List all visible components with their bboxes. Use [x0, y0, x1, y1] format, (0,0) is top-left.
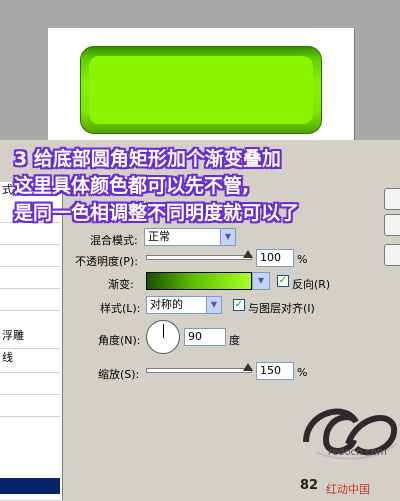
angle-input[interactable]: 90 — [184, 328, 226, 346]
slider-thumb[interactable] — [243, 250, 253, 258]
watermark-logo-icon — [303, 408, 397, 460]
tutorial-line-1: 3 给底部圆角矩形加个渐变叠加 — [14, 148, 281, 170]
tutorial-line-3: 是同一色相调整不同明度就可以了 — [14, 202, 300, 224]
angle-label: 角度(N): — [98, 334, 141, 347]
style-value: 对称的 — [150, 298, 183, 311]
list-divider — [0, 348, 60, 349]
gradient-label: 渐变: — [108, 278, 134, 291]
chevron-down-icon: ▼ — [220, 229, 235, 245]
reverse-checkbox[interactable]: ✓ — [277, 275, 289, 287]
tutorial-line-2: 这里具体颜色都可以先不管, — [14, 175, 250, 197]
scale-slider[interactable] — [146, 363, 253, 373]
list-divider — [0, 266, 60, 267]
style-label: 样式(L): — [100, 302, 141, 315]
opacity-slider[interactable] — [146, 250, 253, 260]
green-rounded-rectangle — [80, 46, 322, 134]
watermark-url: redocn.com — [328, 447, 387, 458]
angle-needle — [163, 324, 164, 338]
align-with-layer-checkbox[interactable]: ✓ — [233, 299, 245, 311]
opacity-unit: % — [297, 253, 308, 266]
list-divider — [0, 288, 60, 289]
style-list-item[interactable] — [0, 432, 60, 448]
opacity-label: 不透明度(P): — [75, 255, 138, 268]
new-style-button[interactable] — [384, 244, 400, 266]
cancel-button[interactable] — [384, 214, 400, 236]
opacity-input[interactable]: 100 — [256, 249, 294, 267]
blend-mode-select[interactable]: 正常 ▼ — [144, 228, 236, 246]
reverse-label: 反向(R) — [292, 278, 331, 291]
slider-thumb[interactable] — [243, 363, 253, 371]
angle-unit: 度 — [229, 334, 240, 347]
styles-list: 式) 浮雕 线 — [0, 182, 63, 501]
style-list-item-bevel-emboss[interactable]: 浮雕 — [0, 328, 60, 344]
angle-dial[interactable] — [146, 320, 180, 354]
blend-mode-label: 混合模式: — [90, 234, 138, 247]
scale-unit: % — [297, 366, 308, 379]
style-list-item-gradient-overlay[interactable] — [0, 478, 60, 494]
watermark-brand: 红动中国 — [326, 483, 370, 496]
canvas-area — [0, 0, 400, 140]
document-canvas — [48, 28, 354, 140]
align-with-layer-label: 与图层对齐(I) — [248, 302, 315, 315]
list-divider — [0, 372, 60, 373]
chevron-down-icon: ▼ — [253, 273, 269, 289]
gradient-picker-button[interactable]: ▼ — [252, 272, 270, 290]
watermark-number: 82 — [300, 478, 319, 493]
list-divider — [0, 394, 60, 395]
chevron-down-icon: ▼ — [206, 297, 221, 313]
list-divider — [0, 416, 60, 417]
list-divider — [0, 244, 60, 245]
ok-button[interactable] — [384, 188, 400, 210]
scale-input[interactable]: 150 — [256, 362, 294, 380]
scale-label: 缩放(S): — [98, 368, 140, 381]
blend-mode-value: 正常 — [148, 230, 170, 243]
gradient-swatch[interactable] — [146, 272, 252, 290]
style-select[interactable]: 对称的 ▼ — [146, 296, 222, 314]
style-list-item-stroke[interactable]: 线 — [0, 350, 60, 366]
list-divider — [0, 310, 60, 311]
